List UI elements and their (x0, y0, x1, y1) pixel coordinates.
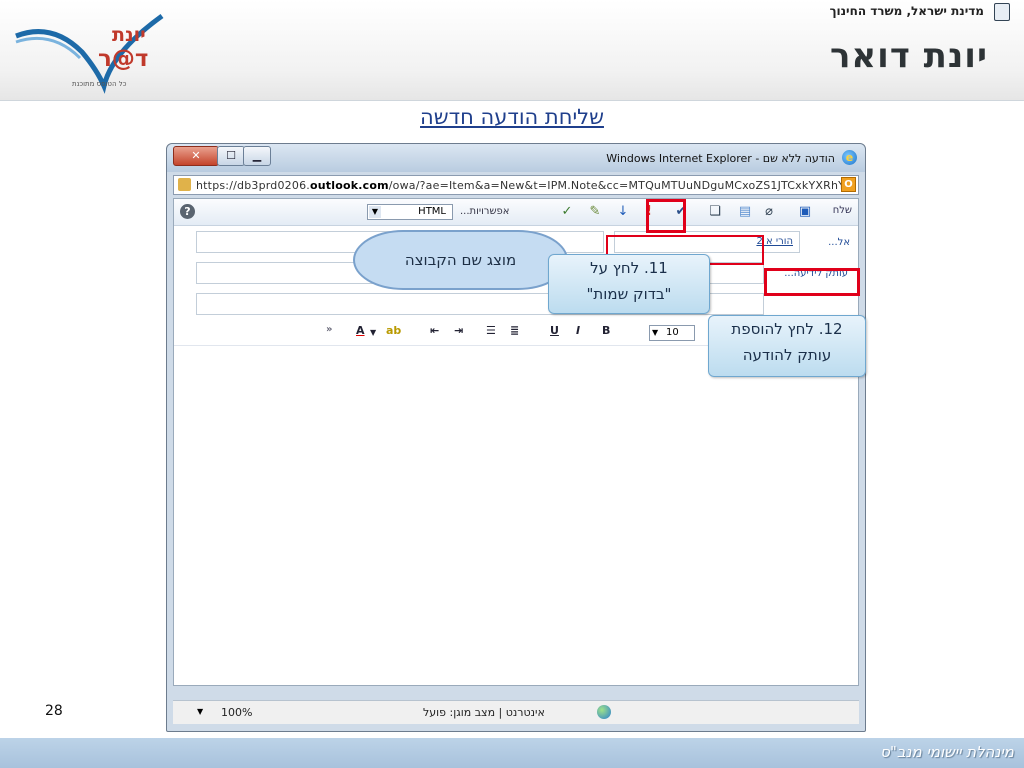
logo-tagline: כל הטופס מתוכנת (72, 80, 127, 88)
step-12-line-1: 12. לחץ להוספת (731, 320, 843, 338)
low-importance-icon[interactable]: ↓ (614, 203, 632, 221)
step-11-callout: 11. לחץ על "בדוק שמות" (548, 254, 710, 314)
chevron-down-icon: ▼ (652, 328, 659, 337)
app-title: יונת דואר (829, 36, 988, 76)
page-number: 28 (45, 703, 63, 719)
window-titlebar[interactable]: e הודעה ללא שם - Windows Internet Explor… (167, 144, 865, 172)
indent-increase-icon[interactable]: ⇥ (454, 324, 463, 337)
page-title: שליחת הודעה חדשה (420, 105, 604, 129)
ministry-label: מדינת ישראל, משרד החינוך (829, 4, 984, 18)
logo-word-1: יונת (112, 24, 146, 46)
compose-toolbar: שלח ▣ ⌀ ▤ ❏ ✔ ! ↓ ✎ ✓ אפשרויות... HTML ▼… (174, 199, 858, 226)
chevron-down-icon[interactable]: ▼ (197, 707, 203, 716)
indent-decrease-icon[interactable]: ⇤ (430, 324, 439, 337)
page-footer: מינהלת יישומי מנב"ס (0, 738, 1024, 768)
cc-highlight (764, 268, 860, 296)
numbered-list-icon[interactable]: ≣ (510, 324, 519, 337)
address-url: https://db3prd0206.outlook.com/owa/?ae=I… (196, 179, 853, 192)
step-11-line-2: "בדוק שמות" (586, 285, 672, 303)
font-size-value: 10 (666, 327, 679, 338)
ie-icon: e (842, 150, 857, 165)
lock-icon (178, 178, 191, 191)
minimize-button[interactable]: ▁ (243, 146, 271, 166)
address-bar[interactable]: https://db3prd0206.outlook.com/owa/?ae=I… (173, 175, 859, 195)
address-book-icon[interactable]: ❏ (706, 203, 724, 221)
zoom-level[interactable]: 100% (221, 706, 252, 719)
save-icon[interactable]: ▣ (796, 203, 814, 221)
group-shown-callout: מוצג שם הקבוצה (353, 230, 568, 290)
step-12-line-2: עותק להודעה (742, 346, 832, 364)
options-menu[interactable]: אפשרויות... (460, 206, 509, 217)
close-button[interactable]: ✕ (173, 146, 219, 166)
send-button[interactable]: שלח (833, 205, 852, 216)
italic-button[interactable]: I (576, 324, 580, 337)
state-emblem-icon (994, 3, 1010, 21)
bullet-list-icon[interactable]: ☰ (486, 324, 496, 337)
maximize-button[interactable]: ☐ (217, 146, 245, 166)
signature-icon[interactable]: ✎ (586, 203, 604, 221)
globe-icon (597, 705, 611, 719)
underline-button[interactable]: U (550, 324, 559, 337)
font-color-button[interactable]: A (356, 324, 365, 337)
chevron-down-icon: ▼ (369, 206, 381, 218)
format-select[interactable]: HTML ▼ (367, 204, 453, 220)
message-body[interactable] (174, 346, 858, 685)
format-value: HTML (418, 206, 446, 217)
compatibility-icon[interactable]: O (841, 177, 856, 192)
to-button[interactable]: אל... (828, 237, 850, 248)
check-names-highlight (646, 199, 686, 233)
status-bar: 100% ▼ אינטרנט | מצב מוגן: פועל (173, 700, 859, 724)
step-11-line-1: 11. לחץ על (590, 259, 668, 277)
bold-button[interactable]: B (602, 324, 610, 337)
chevron-down-icon[interactable]: ▼ (370, 328, 376, 337)
font-size-select[interactable]: 10 ▼ (649, 325, 695, 341)
step-12-callout: 12. לחץ להוספת עותק להודעה (708, 315, 866, 377)
help-icon[interactable]: ? (180, 204, 195, 219)
logo-word-2: ד@ר (98, 46, 149, 72)
footer-text: מינהלת יישומי מנב"ס (880, 743, 1014, 761)
more-options-icon[interactable]: » (326, 324, 332, 335)
insert-image-icon[interactable]: ▤ (736, 203, 754, 221)
attach-icon[interactable]: ⌀ (760, 203, 778, 221)
highlight-icon[interactable]: ab (386, 324, 401, 337)
security-zone: אינטרנט | מצב מוגן: פועל (423, 706, 545, 719)
spelling-icon[interactable]: ✓ (558, 203, 576, 221)
window-title: הודעה ללא שם - Windows Internet Explorer (606, 152, 835, 165)
